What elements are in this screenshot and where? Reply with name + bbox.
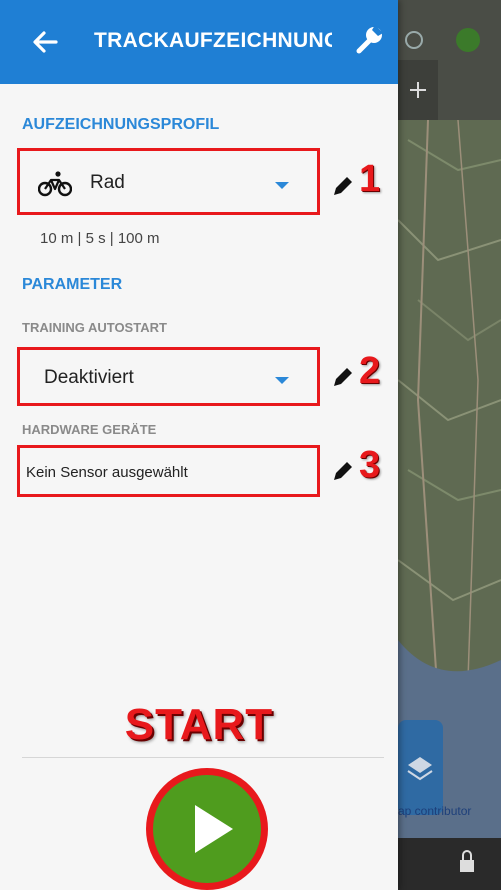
- annotation-number-3: 3: [359, 444, 381, 486]
- profile-dropdown[interactable]: Rad: [17, 148, 320, 215]
- training-autostart-value: Deaktiviert: [44, 367, 134, 388]
- chevron-down-icon: [275, 182, 289, 189]
- bicycle-icon: [38, 171, 72, 197]
- play-icon: [195, 805, 233, 853]
- map-attribution: ap contributor: [398, 804, 472, 818]
- hardware-devices-field[interactable]: Kein Sensor ausgewählt: [17, 445, 320, 497]
- chevron-down-icon: [275, 377, 289, 384]
- back-arrow-icon[interactable]: [28, 24, 64, 60]
- lock-icon[interactable]: [460, 860, 474, 872]
- training-autostart-label: TRAINING AUTOSTART: [22, 320, 167, 335]
- annotation-number-1: 1: [359, 158, 381, 200]
- edit-pencil-icon[interactable]: [330, 173, 356, 199]
- app-bar: TRACKAUFZEICHNUNG: [0, 0, 398, 84]
- wrench-icon[interactable]: [350, 22, 386, 58]
- edit-pencil-icon[interactable]: [330, 458, 356, 484]
- annotation-number-2: 2: [359, 350, 381, 392]
- profile-summary: 10 m | 5 s | 100 m: [40, 230, 160, 247]
- page-title: TRACKAUFZEICHNUNG: [94, 29, 332, 52]
- start-recording-button[interactable]: [146, 768, 268, 890]
- map-background: [398, 0, 501, 890]
- training-autostart-dropdown[interactable]: Deaktiviert: [17, 347, 320, 406]
- profile-section-label: AUFZEICHNUNGSPROFIL: [22, 116, 220, 133]
- divider: [22, 757, 384, 758]
- hardware-devices-label: HARDWARE GERÄTE: [22, 422, 157, 437]
- start-annotation-label: START: [124, 700, 274, 749]
- edit-pencil-icon[interactable]: [330, 364, 356, 390]
- track-recording-panel: TRACKAUFZEICHNUNG AUFZEICHNUNGSPROFIL Ra…: [0, 0, 398, 890]
- parameter-section-label: PARAMETER: [22, 276, 123, 293]
- hardware-devices-value: Kein Sensor ausgewählt: [26, 464, 188, 481]
- profile-selected-value: Rad: [90, 172, 125, 193]
- gps-icon[interactable]: [456, 28, 480, 52]
- map-view[interactable]: ap contributor: [398, 0, 501, 890]
- map-bottom-bar: [398, 838, 501, 890]
